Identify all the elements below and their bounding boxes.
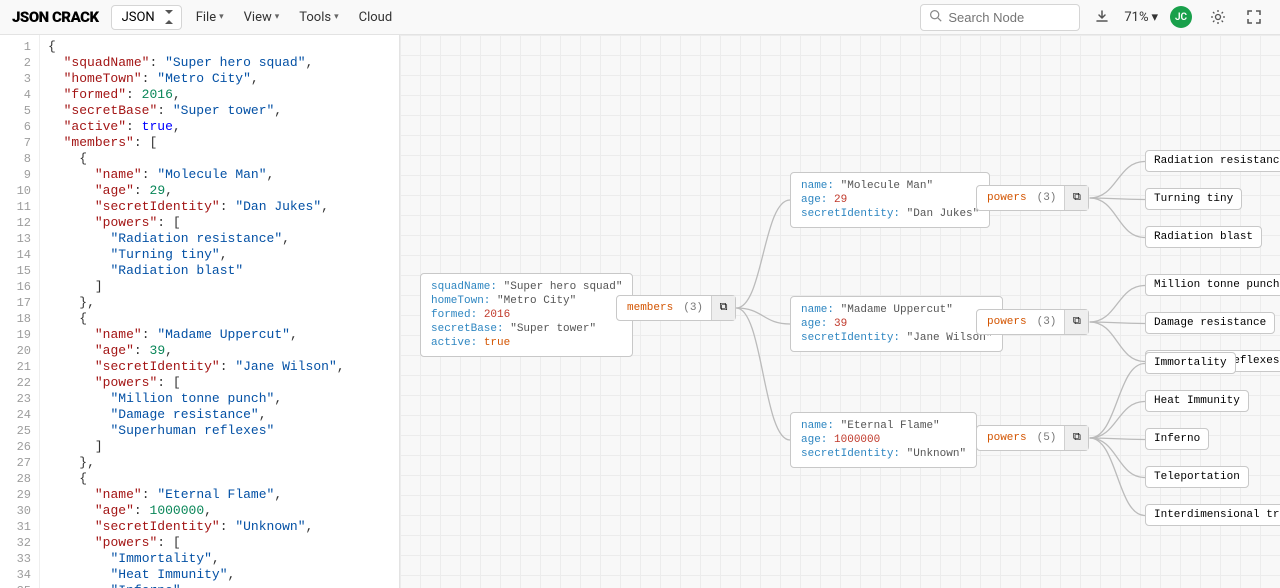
- code-line[interactable]: {: [48, 311, 391, 327]
- graph-leaf[interactable]: Radiation blast: [1145, 226, 1262, 248]
- graph-node-powers-1[interactable]: powers(3)⧉: [976, 309, 1089, 335]
- menu-file[interactable]: File▾: [190, 6, 230, 29]
- graph-node-member-2[interactable]: name: "Eternal Flame"age: 1000000secretI…: [790, 412, 977, 468]
- code-line[interactable]: "age": 39,: [48, 343, 391, 359]
- graph-leaf[interactable]: Radiation resistance: [1145, 150, 1280, 172]
- zoom-level[interactable]: 71%▾: [1124, 10, 1158, 25]
- zoom-label: 71%: [1124, 10, 1148, 25]
- code-line[interactable]: "Radiation blast": [48, 263, 391, 279]
- code-line[interactable]: "powers": [: [48, 215, 391, 231]
- graph-leaf[interactable]: Damage resistance: [1145, 312, 1275, 334]
- expand-icon: [1246, 9, 1262, 25]
- code-line[interactable]: "powers": [: [48, 375, 391, 391]
- chevron-down-icon: ▾: [275, 12, 280, 22]
- fullscreen-button[interactable]: [1240, 3, 1268, 31]
- graph-node-powers-0[interactable]: powers(3)⧉: [976, 185, 1089, 211]
- menu-cloud-label: Cloud: [359, 10, 393, 25]
- avatar[interactable]: JC: [1170, 6, 1192, 28]
- menu-tools-label: Tools: [299, 10, 331, 25]
- code-line[interactable]: "members": [: [48, 135, 391, 151]
- graph-leaf[interactable]: Interdimensional travel: [1145, 504, 1280, 526]
- link-icon[interactable]: ⧉: [1064, 426, 1088, 450]
- graph-leaf[interactable]: Million tonne punch: [1145, 274, 1280, 296]
- code-line[interactable]: "secretIdentity": "Dan Jukes",: [48, 199, 391, 215]
- toolbar: JSON CRACK JSON File▾ View▾ Tools▾ Cloud…: [0, 0, 1280, 35]
- search-input-wrapper[interactable]: [920, 4, 1080, 31]
- code-line[interactable]: "name": "Eternal Flame",: [48, 487, 391, 503]
- line-gutter: 1234567891011121314151617181920212223242…: [0, 35, 40, 588]
- code-line[interactable]: "secretIdentity": "Unknown",: [48, 519, 391, 535]
- code-line[interactable]: "Immortality",: [48, 551, 391, 567]
- graph-leaf[interactable]: Inferno: [1145, 428, 1209, 450]
- graph-node-root[interactable]: squadName: "Super hero squad"homeTown: "…: [420, 273, 633, 357]
- code-line[interactable]: },: [48, 455, 391, 471]
- graph-node-member-0[interactable]: name: "Molecule Man"age: 29secretIdentit…: [790, 172, 990, 228]
- code-line[interactable]: "secretBase": "Super tower",: [48, 103, 391, 119]
- code-line[interactable]: "Superhuman reflexes": [48, 423, 391, 439]
- graph-leaf[interactable]: Teleportation: [1145, 466, 1249, 488]
- link-icon[interactable]: ⧉: [711, 296, 735, 320]
- chevron-down-icon: ▾: [1151, 10, 1158, 25]
- search-icon: [929, 9, 942, 26]
- code-line[interactable]: "Million tonne punch",: [48, 391, 391, 407]
- code-line[interactable]: "squadName": "Super hero squad",: [48, 55, 391, 71]
- code-line[interactable]: "powers": [: [48, 535, 391, 551]
- graph-node-member-1[interactable]: name: "Madame Uppercut"age: 39secretIden…: [790, 296, 1003, 352]
- format-select[interactable]: JSON: [111, 5, 182, 30]
- menu-tools[interactable]: Tools▾: [293, 6, 344, 29]
- menu-file-label: File: [196, 10, 216, 25]
- code-line[interactable]: "name": "Madame Uppercut",: [48, 327, 391, 343]
- code-line[interactable]: {: [48, 39, 391, 55]
- graph-canvas[interactable]: squadName: "Super hero squad"homeTown: "…: [400, 35, 1280, 588]
- code-line[interactable]: },: [48, 295, 391, 311]
- code-line[interactable]: "active": true,: [48, 119, 391, 135]
- search-input[interactable]: [948, 10, 1071, 25]
- link-icon[interactable]: ⧉: [1064, 186, 1088, 210]
- code-line[interactable]: ]: [48, 439, 391, 455]
- chevron-down-icon: ▾: [334, 12, 339, 22]
- menu-view[interactable]: View▾: [238, 6, 286, 29]
- graph-node-powers-2[interactable]: powers(5)⧉: [976, 425, 1089, 451]
- code-line[interactable]: "Turning tiny",: [48, 247, 391, 263]
- code-line[interactable]: ]: [48, 279, 391, 295]
- code-line[interactable]: "Heat Immunity",: [48, 567, 391, 583]
- graph-leaf[interactable]: Turning tiny: [1145, 188, 1242, 210]
- link-icon[interactable]: ⧉: [1064, 310, 1088, 334]
- graph-leaf[interactable]: Heat Immunity: [1145, 390, 1249, 412]
- settings-button[interactable]: [1204, 3, 1232, 31]
- menu-view-label: View: [244, 10, 272, 25]
- chevron-down-icon: ▾: [219, 12, 224, 22]
- code-line[interactable]: "formed": 2016,: [48, 87, 391, 103]
- code-editor[interactable]: 1234567891011121314151617181920212223242…: [0, 35, 400, 588]
- code-line[interactable]: "Radiation resistance",: [48, 231, 391, 247]
- graph-node-members[interactable]: members(3)⧉: [616, 295, 736, 321]
- code-body[interactable]: { "squadName": "Super hero squad", "home…: [40, 35, 399, 588]
- gear-icon: [1210, 9, 1226, 25]
- graph-leaf[interactable]: Immortality: [1145, 352, 1236, 374]
- code-line[interactable]: {: [48, 471, 391, 487]
- code-line[interactable]: "homeTown": "Metro City",: [48, 71, 391, 87]
- code-line[interactable]: "age": 29,: [48, 183, 391, 199]
- menu-cloud[interactable]: Cloud: [353, 6, 399, 29]
- code-line[interactable]: {: [48, 151, 391, 167]
- app-logo: JSON CRACK: [12, 8, 99, 26]
- code-line[interactable]: "age": 1000000,: [48, 503, 391, 519]
- code-line[interactable]: "secretIdentity": "Jane Wilson",: [48, 359, 391, 375]
- code-line[interactable]: "Damage resistance",: [48, 407, 391, 423]
- download-button[interactable]: [1088, 3, 1116, 31]
- code-line[interactable]: "name": "Molecule Man",: [48, 167, 391, 183]
- download-icon: [1094, 9, 1110, 25]
- code-line[interactable]: "Inferno": [48, 583, 391, 588]
